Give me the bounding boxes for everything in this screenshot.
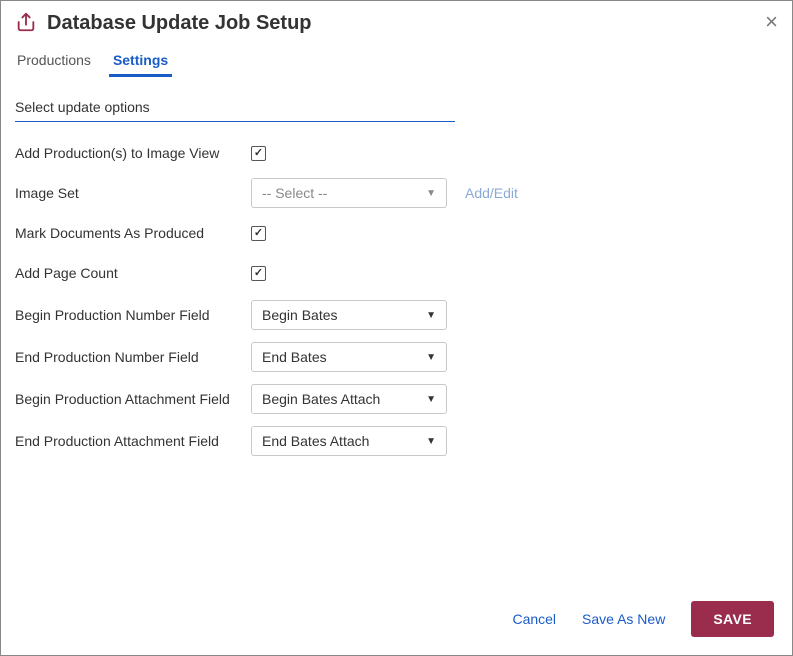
- row-add-page-count: Add Page Count: [15, 256, 778, 290]
- select-begin-prod-attach[interactable]: Begin Bates Attach ▼: [251, 384, 447, 414]
- select-end-prod-attach-value: End Bates Attach: [262, 433, 369, 449]
- save-button[interactable]: SAVE: [691, 601, 774, 637]
- tab-productions[interactable]: Productions: [15, 46, 93, 76]
- label-add-page-count: Add Page Count: [15, 265, 251, 281]
- chevron-down-icon: ▼: [426, 436, 436, 447]
- chevron-down-icon: ▼: [426, 310, 436, 321]
- select-end-prod-attach[interactable]: End Bates Attach ▼: [251, 426, 447, 456]
- select-image-set[interactable]: -- Select -- ▼: [251, 178, 447, 208]
- close-icon[interactable]: ×: [765, 11, 778, 33]
- label-end-prod-attach: End Production Attachment Field: [15, 433, 251, 449]
- row-image-set: Image Set -- Select -- ▼ Add/Edit: [15, 176, 778, 210]
- row-end-prod-attach: End Production Attachment Field End Bate…: [15, 424, 778, 458]
- select-begin-prod-number-value: Begin Bates: [262, 307, 338, 323]
- checkbox-add-page-count[interactable]: [251, 266, 266, 281]
- label-begin-prod-attach: Begin Production Attachment Field: [15, 391, 251, 407]
- checkbox-mark-docs-produced[interactable]: [251, 226, 266, 241]
- dialog: Database Update Job Setup × Productions …: [0, 0, 793, 656]
- dialog-body: Select update options Add Production(s) …: [1, 77, 792, 587]
- add-edit-link[interactable]: Add/Edit: [465, 185, 518, 201]
- select-begin-prod-number[interactable]: Begin Bates ▼: [251, 300, 447, 330]
- row-end-prod-number: End Production Number Field End Bates ▼: [15, 340, 778, 374]
- select-begin-prod-attach-value: Begin Bates Attach: [262, 391, 380, 407]
- chevron-down-icon: ▼: [426, 394, 436, 405]
- tab-settings[interactable]: Settings: [111, 46, 170, 76]
- save-as-new-button[interactable]: Save As New: [582, 611, 665, 627]
- share-icon: [15, 11, 37, 36]
- label-add-production-image-view: Add Production(s) to Image View: [15, 145, 251, 161]
- label-image-set: Image Set: [15, 185, 251, 201]
- label-mark-docs-produced: Mark Documents As Produced: [15, 225, 251, 241]
- row-begin-prod-attach: Begin Production Attachment Field Begin …: [15, 382, 778, 416]
- dialog-footer: Cancel Save As New SAVE: [1, 587, 792, 655]
- cancel-button[interactable]: Cancel: [512, 611, 556, 627]
- select-image-set-value: -- Select --: [262, 185, 327, 201]
- select-end-prod-number-value: End Bates: [262, 349, 327, 365]
- row-begin-prod-number: Begin Production Number Field Begin Bate…: [15, 298, 778, 332]
- chevron-down-icon: ▼: [426, 352, 436, 363]
- dialog-title: Database Update Job Setup: [47, 12, 312, 35]
- section-title: Select update options: [15, 99, 455, 122]
- select-end-prod-number[interactable]: End Bates ▼: [251, 342, 447, 372]
- tabs: Productions Settings: [1, 46, 792, 77]
- dialog-header: Database Update Job Setup ×: [1, 1, 792, 42]
- row-mark-docs-produced: Mark Documents As Produced: [15, 216, 778, 250]
- label-begin-prod-number: Begin Production Number Field: [15, 307, 251, 323]
- chevron-down-icon: ▼: [426, 188, 436, 199]
- row-add-production-image-view: Add Production(s) to Image View: [15, 136, 778, 170]
- checkbox-add-production-image-view[interactable]: [251, 146, 266, 161]
- label-end-prod-number: End Production Number Field: [15, 349, 251, 365]
